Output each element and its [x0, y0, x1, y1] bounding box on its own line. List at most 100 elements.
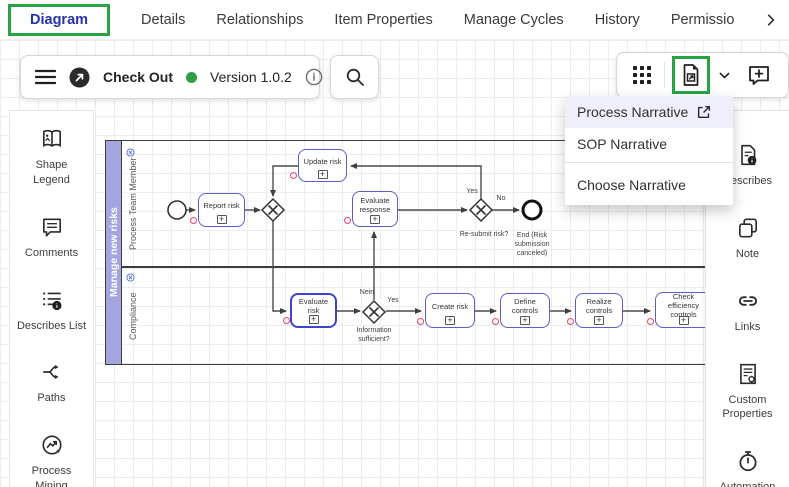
task-report-risk[interactable]: Report risk + [198, 193, 245, 227]
task-label: Realize controls [579, 297, 619, 315]
subprocess-marker-icon[interactable]: + [520, 316, 530, 325]
describes-icon [736, 143, 760, 167]
subprocess-marker-icon[interactable]: + [594, 316, 604, 325]
menu-item-process-narrative[interactable]: Process Narrative [565, 96, 733, 128]
model-toolbar: Check Out Version 1.0.2 [20, 55, 320, 99]
menu-item-sop-narrative[interactable]: SOP Narrative [565, 128, 733, 160]
task-create-risk[interactable]: Create risk + [425, 293, 475, 328]
info-icon[interactable] [305, 68, 323, 86]
check-out-button[interactable]: Check Out [103, 69, 173, 85]
lane-divider [122, 266, 711, 268]
panel-item-label: Links [713, 320, 783, 335]
tab-details[interactable]: Details [139, 8, 187, 32]
left-tool-panel: Shape Legend Comments Describes List Pat… [9, 110, 94, 487]
task-label: Evaluate risk [295, 297, 332, 315]
panel-item-shape-legend[interactable]: Shape Legend [17, 127, 87, 188]
apps-grid-icon[interactable] [627, 66, 657, 84]
menu-divider [565, 162, 733, 163]
open-question-marker-icon [190, 217, 197, 224]
panel-item-label: Process Mining [17, 464, 87, 487]
task-label: Report risk [203, 201, 239, 210]
panel-item-label: Describes List [17, 319, 87, 334]
add-comment-icon[interactable] [747, 63, 771, 87]
view-toolbar [616, 52, 789, 98]
panel-item-custom-properties[interactable]: Custom Properties [713, 362, 783, 423]
lane-type-icon [126, 269, 135, 278]
task-realize-controls[interactable]: Realize controls + [575, 293, 623, 328]
panel-item-automation[interactable]: Automation [713, 449, 783, 487]
panel-item-paths[interactable]: Paths [17, 360, 87, 406]
panel-item-label: Shape Legend [17, 158, 87, 188]
links-icon [736, 289, 760, 313]
gateway-label-information-sufficient: Information sufficient? [351, 327, 397, 345]
gateway-label-resubmit-risk: Re-submit risk? [460, 231, 509, 240]
panel-item-label: Note [713, 247, 783, 262]
panel-item-describes-list[interactable]: Describes List [17, 288, 87, 334]
pool-title: Manage new risks [107, 141, 121, 364]
tab-relationships[interactable]: Relationships [214, 8, 305, 32]
narrative-document-icon[interactable] [680, 63, 702, 87]
search-icon [345, 67, 365, 87]
check-out-icon[interactable] [69, 67, 90, 88]
menu-hamburger-icon[interactable] [35, 69, 56, 85]
panel-item-label: Paths [17, 391, 87, 406]
subprocess-marker-icon[interactable]: + [217, 215, 227, 224]
menu-item-label: Process Narrative [577, 104, 688, 120]
open-question-marker-icon [647, 318, 654, 325]
diagram-canvas[interactable]: Manage new risks Process Team Member Com… [0, 40, 789, 487]
subprocess-marker-icon[interactable]: + [445, 316, 455, 325]
open-question-marker-icon [290, 172, 297, 179]
comments-icon [40, 215, 64, 239]
panel-item-label: Custom Properties [713, 393, 783, 423]
edge-label-nein: Nein [360, 289, 374, 298]
process-mining-icon [40, 433, 64, 457]
task-label: Update risk [304, 157, 342, 166]
describes-list-icon [40, 288, 64, 312]
task-label: Create risk [432, 302, 468, 311]
shape-legend-icon [40, 127, 64, 151]
tab-permissions[interactable]: Permissio [669, 8, 737, 32]
paths-icon [40, 360, 64, 384]
tabs-overflow-chevron-right-icon[interactable] [763, 12, 779, 28]
end-event-label: End (Risk submission canceled) [510, 232, 554, 258]
task-update-risk[interactable]: Update risk + [298, 149, 347, 182]
annotation-highlight-narrative-button [672, 56, 710, 94]
edge-label-yes: Yes [387, 297, 398, 306]
subprocess-marker-icon[interactable]: + [370, 215, 380, 224]
annotation-highlight-diagram-tab: Diagram [8, 4, 110, 36]
menu-item-label: Choose Narrative [577, 177, 686, 193]
task-label: Evaluate response [356, 196, 394, 214]
subprocess-marker-icon[interactable]: + [309, 315, 319, 324]
lane-label-process-team-member: Process Team Member [128, 141, 142, 266]
panel-item-label: Comments [17, 246, 87, 261]
edge-label-no: No [497, 195, 506, 204]
task-label: Define controls [504, 297, 546, 315]
tab-history[interactable]: History [593, 8, 642, 32]
panel-item-links[interactable]: Links [713, 289, 783, 335]
menu-item-choose-narrative[interactable]: Choose Narrative [565, 165, 733, 205]
panel-item-process-mining[interactable]: Process Mining [17, 433, 87, 487]
narrative-menu: Process Narrative SOP Narrative Choose N… [565, 96, 733, 205]
tab-item-properties[interactable]: Item Properties [332, 8, 434, 32]
tab-manage-cycles[interactable]: Manage Cycles [462, 8, 566, 32]
open-question-marker-icon [492, 318, 499, 325]
menu-item-label: SOP Narrative [577, 136, 667, 152]
panel-item-comments[interactable]: Comments [17, 215, 87, 261]
open-question-marker-icon [283, 317, 290, 324]
panel-item-note[interactable]: Note [713, 216, 783, 262]
version-status-dot [186, 72, 197, 83]
task-define-controls[interactable]: Define controls + [500, 293, 550, 328]
open-question-marker-icon [417, 318, 424, 325]
search-button[interactable] [330, 55, 379, 99]
task-check-efficiency-controls[interactable]: Check efficiency controls + [655, 292, 712, 328]
tab-diagram[interactable]: Diagram [28, 8, 90, 32]
narrative-dropdown-chevron-icon[interactable] [717, 68, 732, 83]
subprocess-marker-icon[interactable]: + [679, 316, 689, 325]
task-evaluate-risk[interactable]: Evaluate risk + [290, 293, 337, 328]
task-evaluate-response[interactable]: Evaluate response + [352, 191, 398, 227]
subprocess-marker-icon[interactable]: + [318, 170, 328, 179]
automation-icon [736, 449, 760, 473]
note-icon [736, 216, 760, 240]
version-label: Version 1.0.2 [210, 69, 292, 85]
open-question-marker-icon [344, 217, 351, 224]
